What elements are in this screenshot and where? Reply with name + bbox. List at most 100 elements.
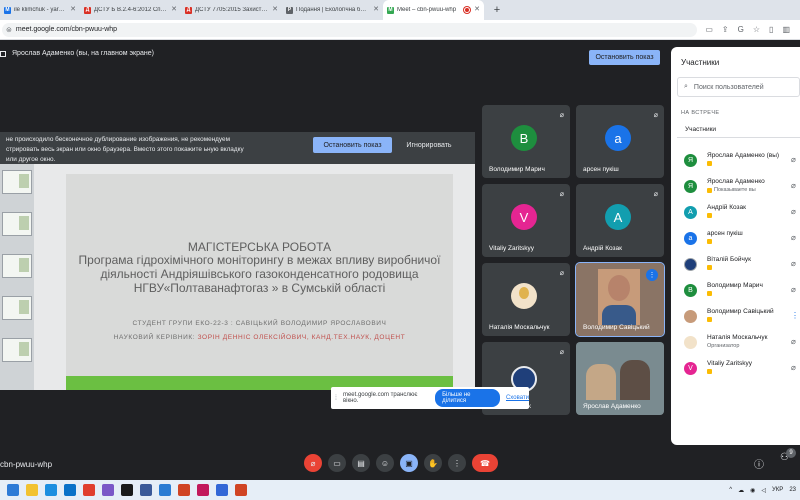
- browser-tab-active[interactable]: M Meet – cbn-pwuu-whp ✕: [383, 0, 484, 20]
- warning-stop-presenting-button[interactable]: Остановить показ: [313, 137, 392, 153]
- browser-icon[interactable]: [64, 484, 76, 496]
- app-icon[interactable]: [235, 484, 247, 496]
- meeting-info-icon[interactable]: ⓘ: [754, 456, 764, 471]
- omnibox[interactable]: ⊜ meet.google.com/cbn-pwuu-whp: [2, 22, 698, 37]
- slide-thumbnail: [2, 212, 32, 236]
- clock[interactable]: 23: [789, 487, 796, 493]
- supervisor-name: ЗОРІН ДЕННІС ОЛЕКСІЙОВИЧ, КАНД.ТЕХ.НАУК,…: [197, 334, 406, 341]
- browser-tab[interactable]: Д ДСТУ 7705:2015 Захист довкіл ✕: [181, 0, 282, 20]
- close-tab-icon[interactable]: ✕: [373, 6, 379, 13]
- present-button[interactable]: ▣: [400, 454, 418, 472]
- speaking-indicator-icon: ⋮: [791, 311, 799, 320]
- participant-list-item[interactable]: Я Ярослав Адаменко (вы) ⌀: [671, 149, 800, 175]
- start-icon[interactable]: [7, 484, 19, 496]
- raise-hand-button[interactable]: ✋: [424, 454, 442, 472]
- close-tab-icon[interactable]: ✕: [70, 6, 76, 13]
- drag-handle-icon[interactable]: ⁞: [335, 395, 337, 402]
- terminal-icon[interactable]: [121, 484, 133, 496]
- avatar: V: [511, 204, 537, 230]
- participant-note: [707, 291, 712, 296]
- address-bar-actions: ▭ ⇪ G ☆ ▯ ▥: [697, 25, 800, 34]
- mic-toggle-button[interactable]: ⌀: [304, 454, 322, 472]
- avatar-emblem: [684, 258, 697, 271]
- browser-tab[interactable]: M ile klimchuk - yarad1964@ ✕: [0, 0, 80, 20]
- avatar: В: [684, 284, 697, 297]
- reactions-button[interactable]: ☺: [376, 454, 394, 472]
- captions-button[interactable]: ▤: [352, 454, 370, 472]
- participant-tile[interactable]: В ⌀ Володимир Марич: [482, 105, 570, 178]
- app-icon[interactable]: [197, 484, 209, 496]
- hide-notification-link[interactable]: Сховати: [506, 395, 529, 401]
- participant-note: Показываете вы: [707, 187, 756, 193]
- leave-call-button[interactable]: ☎: [472, 454, 498, 472]
- participant-tile[interactable]: а ⌀ арсен пукіш: [576, 105, 664, 178]
- volume-icon[interactable]: ◁: [761, 487, 766, 494]
- hand-badge-icon: [707, 317, 712, 322]
- word-icon[interactable]: [159, 484, 171, 496]
- document-favicon-icon: Д: [84, 6, 91, 14]
- slide-thumbnail: [2, 254, 32, 278]
- camera-toggle-button[interactable]: ▭: [328, 454, 346, 472]
- site-favicon-icon: P: [286, 6, 293, 14]
- avatar: Я: [684, 180, 697, 193]
- participant-note-text: Организатор: [707, 343, 740, 349]
- participant-tile[interactable]: ⌀ Наталія Москальчук: [482, 263, 570, 336]
- tray-chevron-icon[interactable]: ^: [729, 487, 732, 493]
- close-tab-icon[interactable]: ✕: [272, 6, 278, 13]
- more-options-button[interactable]: ⋮: [448, 454, 466, 472]
- cloud-icon[interactable]: ☁: [738, 487, 744, 494]
- bookmark-star-icon[interactable]: ☆: [753, 25, 760, 34]
- participant-tile[interactable]: V ⌀ Vitaliy Zaritskyy: [482, 184, 570, 257]
- browser-tab[interactable]: P Подання | Екологічна безпека ✕: [282, 0, 383, 20]
- file-explorer-icon[interactable]: [26, 484, 38, 496]
- search-input[interactable]: ⌕ Поиск пользователей: [677, 77, 800, 97]
- presenting-status: Ярослав Адаменко (вы, на главном экране): [0, 50, 154, 57]
- participant-name: Володимир Савіцький: [707, 308, 774, 315]
- browser-tab[interactable]: Д ДСТУ Б В.2.4-6:2012 Споруди ✕: [80, 0, 181, 20]
- participant-list-item[interactable]: Я Ярослав Адаменко Показываете вы ⌀: [671, 175, 800, 201]
- close-tab-icon[interactable]: ✕: [171, 6, 177, 13]
- network-icon[interactable]: ◉: [750, 487, 755, 494]
- url-text: meet.google.com/cbn-pwuu-whp: [15, 26, 118, 33]
- avatar-photo: [684, 336, 697, 349]
- participant-name: Ярослав Адаменко: [707, 178, 765, 185]
- edge-icon[interactable]: [45, 484, 57, 496]
- new-tab-button[interactable]: +: [490, 0, 504, 20]
- participant-name: Vitaliy Zaritskyy: [489, 245, 535, 252]
- powerpoint-icon[interactable]: [178, 484, 190, 496]
- participant-tile[interactable]: Ярослав Адаменко: [576, 342, 664, 415]
- participant-list-item[interactable]: а арсен пукіш ⌀: [671, 227, 800, 253]
- hand-badge-icon: [707, 187, 712, 193]
- camera-in-use-icon[interactable]: ▭: [705, 25, 713, 34]
- participant-list-item[interactable]: Наталія Москальчук Организатор ⌀: [671, 331, 800, 357]
- app-icon[interactable]: [140, 484, 152, 496]
- stop-presenting-button[interactable]: Остановить показ: [589, 50, 660, 65]
- participant-tile[interactable]: А ⌀ Андрій Козак: [576, 184, 664, 257]
- app-icon[interactable]: [216, 484, 228, 496]
- extensions-icon[interactable]: ▯: [769, 25, 773, 34]
- participant-list-item[interactable]: В Володимир Марич ⌀: [671, 279, 800, 305]
- tab-title: Meet – cbn-pwuu-whp: [397, 7, 457, 13]
- translate-icon[interactable]: G: [738, 25, 744, 34]
- participants-group-header[interactable]: Участники: [677, 122, 800, 138]
- participant-list-item[interactable]: V Vitaliy Zaritskyy ⌀: [671, 357, 800, 383]
- supervisor-label: НАУКОВИЙ КЕРІВНИК:: [113, 334, 196, 341]
- participant-tile-speaking[interactable]: ⋮ Володимир Савіцький: [575, 262, 665, 337]
- chrome-icon[interactable]: [83, 484, 95, 496]
- participant-list-item[interactable]: А Андрій Козак ⌀: [671, 201, 800, 227]
- app-icon[interactable]: [102, 484, 114, 496]
- close-tab-icon[interactable]: ✕: [474, 6, 480, 13]
- sidebar-icon[interactable]: ▥: [782, 25, 790, 34]
- search-icon: ⌕: [684, 83, 688, 90]
- site-info-icon[interactable]: ⊜: [6, 26, 12, 34]
- windows-taskbar: ^ ☁ ◉ ◁ УКР 23: [0, 480, 800, 500]
- participant-list-item[interactable]: Віталій Бойчук ⌀: [671, 253, 800, 279]
- language-indicator[interactable]: УКР: [772, 487, 783, 493]
- recording-indicator-icon: [464, 7, 470, 13]
- stop-sharing-button[interactable]: Більше не ділитися: [435, 389, 500, 407]
- share-icon[interactable]: ⇪: [722, 25, 729, 34]
- participant-list-item[interactable]: Володимир Савіцький ⋮: [671, 305, 800, 331]
- warning-ignore-button[interactable]: Игнорировать: [402, 137, 456, 153]
- slide-thumbnails: [0, 164, 34, 390]
- speaking-indicator-icon: ⋮: [646, 269, 658, 281]
